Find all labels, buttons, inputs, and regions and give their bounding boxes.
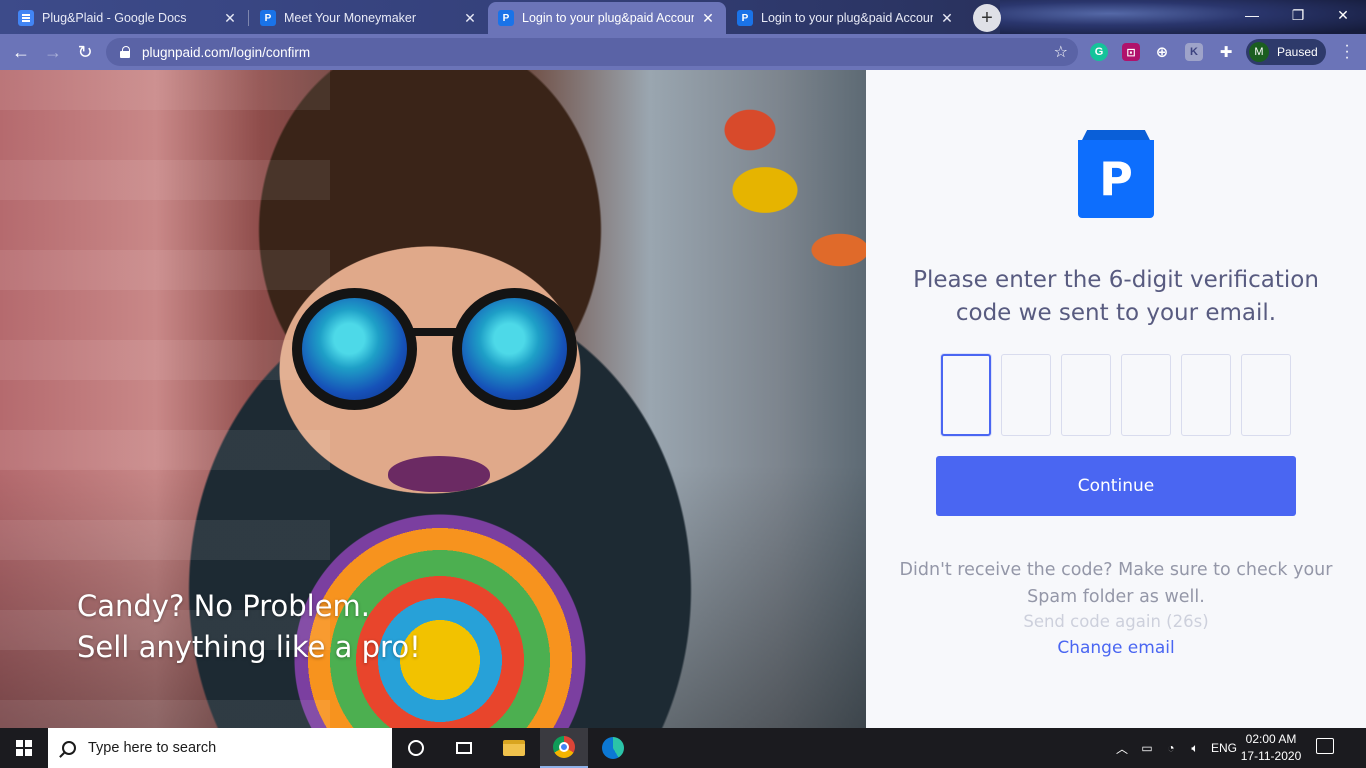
notification-center-icon[interactable] [1316,738,1334,754]
battery-icon[interactable]: ▭ [1136,728,1158,768]
lock-icon[interactable] [120,46,130,58]
tab-login-second[interactable]: P Login to your plug&paid Accoun ✕ [727,2,965,34]
tab-title: Login to your plug&paid Accoun [522,11,694,25]
taskbar-search[interactable]: Type here to search [48,728,392,768]
chrome-icon [553,736,575,758]
code-digit-6[interactable] [1241,354,1291,436]
edge-taskbar-button[interactable] [589,728,637,768]
restore-button[interactable]: ❐ [1275,0,1321,30]
hero-caption: Candy? No Problem. Sell anything like a … [77,586,421,668]
resend-code-link: Send code again (26s) [1023,612,1209,631]
plugnpaid-icon: P [498,10,514,26]
tab-meet-your-moneymaker[interactable]: P Meet Your Moneymaker ✕ [250,2,488,34]
close-icon[interactable]: ✕ [939,10,955,27]
extension-icon[interactable]: ⊡ [1122,43,1140,61]
address-bar[interactable]: plugnpaid.com/login/confirm ☆ [106,38,1078,66]
close-icon[interactable]: ✕ [700,10,716,27]
profile-button[interactable]: M Paused [1246,39,1326,65]
cortana-button[interactable] [392,728,440,768]
verification-panel: P Please enter the 6-digit verification … [866,70,1366,728]
code-digit-4[interactable] [1121,354,1171,436]
code-digit-3[interactable] [1061,354,1111,436]
task-view-button[interactable] [440,728,488,768]
windows-taskbar: Type here to search ︿ ▭ ◔ 🔈︎ ENG 02:00 A… [0,728,1366,768]
code-digit-1[interactable] [941,354,991,436]
extensions-puzzle-icon[interactable]: ✚ [1217,43,1235,61]
change-email-link[interactable]: Change email [1016,638,1216,658]
lens-left [292,288,417,410]
cortana-icon [408,740,424,756]
windows-logo-icon [16,740,32,756]
tab-separator [248,10,249,26]
clock-time: 02:00 AM [1245,732,1297,746]
new-tab-button[interactable]: + [973,4,1001,32]
tray-overflow-icon[interactable]: ︿ [1112,728,1132,768]
avatar: M [1249,42,1269,62]
taskbar-clock[interactable]: 02:00 AM 17-11-2020 [1240,731,1302,765]
close-icon[interactable]: ✕ [462,10,478,27]
help-text: Didn't receive the code? Make sure to ch… [899,560,1333,607]
reload-button[interactable]: ↻ [72,39,98,65]
hero-caption-line2: Sell anything like a pro! [77,630,421,664]
volume-icon[interactable]: 🔈︎ [1184,728,1206,768]
code-digit-2[interactable] [1001,354,1051,436]
browser-tab-strip: Plug&Plaid - Google Docs ✕ P Meet Your M… [0,0,1366,34]
url-text: plugnpaid.com/login/confirm [142,44,311,60]
extension-icon[interactable]: K [1185,43,1203,61]
start-button[interactable] [0,728,48,768]
wifi-icon[interactable]: ◔ [1160,728,1182,768]
tab-google-docs[interactable]: Plug&Plaid - Google Docs ✕ [8,2,248,34]
tab-title: Meet Your Moneymaker [284,11,417,25]
close-window-button[interactable]: ✕ [1320,0,1366,30]
folder-icon [503,740,525,756]
file-explorer-button[interactable] [490,728,538,768]
sunglasses-graphic [272,288,602,413]
continue-button[interactable]: Continue [936,456,1296,516]
google-docs-icon [18,10,34,26]
language-indicator[interactable]: ENG [1208,728,1240,768]
forward-button[interactable]: → [40,39,66,65]
hero-image: Candy? No Problem. Sell anything like a … [0,70,866,728]
lens-right [452,288,577,410]
edge-icon [602,737,624,759]
tab-title: Login to your plug&paid Accoun [761,11,933,25]
clock-date: 17-11-2020 [1240,749,1302,763]
browser-menu-icon[interactable]: · · · [1340,38,1354,66]
tab-login-active[interactable]: P Login to your plug&paid Accoun ✕ [488,2,726,34]
verification-prompt: Please enter the 6-digit verification co… [913,267,1319,326]
globe-extension-icon[interactable]: ⊕ [1153,43,1171,61]
code-digit-5[interactable] [1181,354,1231,436]
back-button[interactable]: ← [8,39,34,65]
logo-letter: P [1078,140,1154,218]
hero-caption-line1: Candy? No Problem. [77,589,371,623]
browser-toolbar: ← → ↻ plugnpaid.com/login/confirm ☆ G ⊡ … [0,34,1366,70]
search-placeholder: Type here to search [88,740,217,756]
search-icon [62,741,76,755]
bookmark-star-icon[interactable]: ☆ [1054,42,1068,62]
plugnpaid-icon: P [260,10,276,26]
verification-code-inputs [941,354,1291,436]
plugnpaid-icon: P [737,10,753,26]
task-view-icon [456,742,472,754]
close-icon[interactable]: ✕ [222,10,238,27]
lips-graphic [388,456,490,492]
chrome-taskbar-button[interactable] [540,728,588,768]
minimize-button[interactable]: — [1229,0,1275,30]
plugnpaid-logo: P [1078,130,1154,218]
tab-title: Plug&Plaid - Google Docs [42,11,187,25]
grammarly-extension-icon[interactable]: G [1090,43,1108,61]
profile-status: Paused [1277,45,1318,59]
